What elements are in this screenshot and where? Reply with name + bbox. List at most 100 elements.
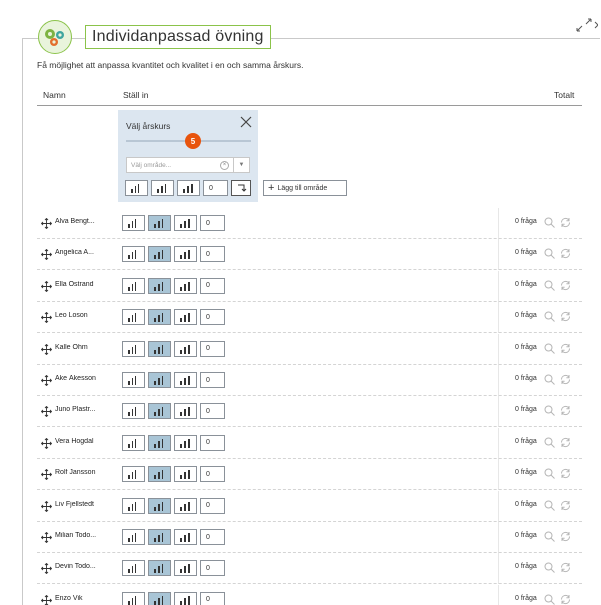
level-easy-button[interactable]: [122, 246, 145, 263]
search-icon[interactable]: [544, 531, 555, 542]
refresh-icon[interactable]: [559, 216, 572, 229]
quantity-input[interactable]: 0: [200, 466, 225, 483]
move-arrows-icon[interactable]: [41, 532, 52, 543]
search-icon[interactable]: [544, 280, 555, 291]
level-medium-button[interactable]: [148, 497, 171, 514]
panel-level-medium-button[interactable]: [151, 180, 174, 196]
refresh-icon[interactable]: [559, 342, 572, 355]
quantity-input[interactable]: 0: [200, 434, 225, 451]
level-easy-button[interactable]: [122, 497, 145, 514]
area-select[interactable]: Välj område... × ▼: [126, 157, 250, 173]
level-hard-button[interactable]: [174, 309, 197, 326]
add-area-button[interactable]: + Lägg till område: [263, 180, 347, 196]
apply-button[interactable]: [231, 180, 251, 196]
move-arrows-icon[interactable]: [41, 312, 52, 324]
move-arrows-icon[interactable]: [41, 406, 52, 418]
refresh-icon[interactable]: [559, 499, 572, 512]
move-arrows-icon[interactable]: [41, 469, 52, 481]
level-hard-button[interactable]: [174, 560, 197, 577]
area-input[interactable]: Välj område... ×: [126, 157, 234, 173]
quantity-input[interactable]: 0: [200, 246, 225, 263]
quantity-input[interactable]: 0: [200, 215, 225, 231]
refresh-icon[interactable]: [559, 530, 572, 543]
level-easy-button[interactable]: [122, 340, 145, 357]
quantity-input[interactable]: 0: [200, 497, 225, 514]
level-medium-button[interactable]: [148, 246, 171, 263]
level-hard-button[interactable]: [174, 277, 197, 294]
search-icon[interactable]: [544, 405, 555, 417]
quantity-input[interactable]: 0: [200, 403, 225, 420]
level-easy-button[interactable]: [122, 560, 145, 577]
refresh-icon[interactable]: [559, 593, 572, 605]
move-arrows-icon[interactable]: [41, 563, 52, 575]
search-icon[interactable]: [544, 248, 555, 260]
move-arrows-icon[interactable]: [41, 437, 52, 449]
level-easy-button[interactable]: [122, 215, 145, 231]
refresh-icon[interactable]: [559, 436, 572, 449]
search-icon[interactable]: [544, 500, 555, 511]
level-easy-button[interactable]: [122, 309, 145, 326]
grade-slider-knob[interactable]: 5: [185, 133, 201, 149]
level-medium-button[interactable]: [148, 591, 171, 605]
refresh-icon[interactable]: [559, 310, 572, 323]
move-arrows-icon[interactable]: [41, 218, 52, 229]
level-medium-button[interactable]: [148, 372, 171, 388]
move-arrows-icon[interactable]: [41, 500, 52, 512]
level-hard-button[interactable]: [174, 466, 197, 483]
level-hard-button[interactable]: [174, 434, 197, 451]
search-icon[interactable]: [544, 217, 555, 228]
refresh-icon[interactable]: [559, 467, 572, 480]
quantity-input[interactable]: 0: [200, 529, 225, 545]
search-icon[interactable]: [544, 468, 555, 480]
level-hard-button[interactable]: [174, 529, 197, 545]
level-medium-button[interactable]: [148, 340, 171, 357]
level-easy-button[interactable]: [122, 466, 145, 483]
level-medium-button[interactable]: [148, 277, 171, 294]
quantity-input[interactable]: 0: [200, 309, 225, 326]
search-icon[interactable]: [544, 311, 555, 323]
refresh-icon[interactable]: [559, 404, 572, 417]
panel-quantity-input[interactable]: 0: [203, 180, 228, 196]
quantity-input[interactable]: 0: [200, 372, 225, 388]
level-medium-button[interactable]: [148, 560, 171, 577]
search-icon[interactable]: [544, 594, 555, 605]
move-arrows-icon[interactable]: [41, 249, 52, 261]
level-medium-button[interactable]: [148, 529, 171, 545]
level-medium-button[interactable]: [148, 434, 171, 451]
clear-circle-icon[interactable]: ×: [220, 161, 229, 170]
search-icon[interactable]: [544, 343, 555, 354]
move-arrows-icon[interactable]: [41, 594, 52, 605]
level-hard-button[interactable]: [174, 591, 197, 605]
level-hard-button[interactable]: [174, 246, 197, 263]
level-easy-button[interactable]: [122, 403, 145, 420]
level-hard-button[interactable]: [174, 215, 197, 231]
refresh-icon[interactable]: [559, 279, 572, 292]
level-easy-button[interactable]: [122, 372, 145, 388]
level-hard-button[interactable]: [174, 372, 197, 388]
move-arrows-icon[interactable]: [41, 280, 52, 292]
quantity-input[interactable]: 0: [200, 340, 225, 357]
refresh-icon[interactable]: [559, 247, 572, 260]
quantity-input[interactable]: 0: [200, 591, 225, 605]
move-arrows-icon[interactable]: [41, 343, 52, 355]
level-medium-button[interactable]: [148, 309, 171, 326]
level-medium-button[interactable]: [148, 466, 171, 483]
move-arrows-icon[interactable]: [41, 375, 52, 386]
search-icon[interactable]: [544, 562, 555, 574]
level-hard-button[interactable]: [174, 403, 197, 420]
search-icon[interactable]: [544, 437, 555, 448]
panel-level-hard-button[interactable]: [177, 180, 200, 196]
level-easy-button[interactable]: [122, 529, 145, 545]
level-easy-button[interactable]: [122, 277, 145, 294]
level-medium-button[interactable]: [148, 403, 171, 420]
level-medium-button[interactable]: [148, 215, 171, 231]
expand-icon[interactable]: [576, 18, 598, 32]
level-hard-button[interactable]: [174, 340, 197, 357]
refresh-icon[interactable]: [559, 373, 572, 386]
caret-down-icon[interactable]: ▼: [234, 157, 250, 173]
search-icon[interactable]: [544, 374, 555, 385]
level-easy-button[interactable]: [122, 591, 145, 605]
close-icon[interactable]: [239, 115, 253, 129]
level-easy-button[interactable]: [122, 434, 145, 451]
refresh-icon[interactable]: [559, 561, 572, 574]
